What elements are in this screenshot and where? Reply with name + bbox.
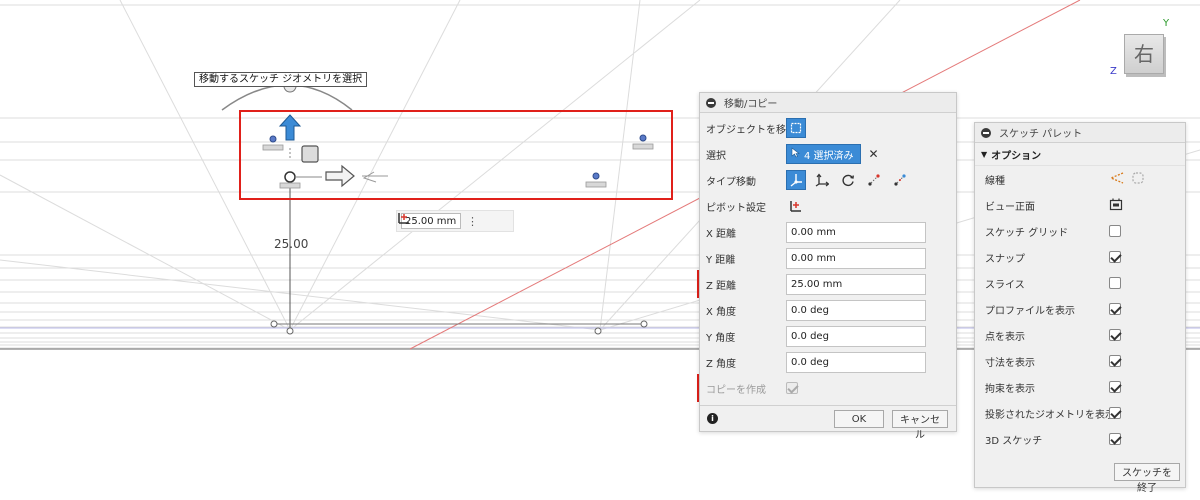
move-copy-title: 移動/コピー	[724, 99, 778, 110]
palette-checkbox[interactable]	[1109, 225, 1121, 237]
create-copy-row: コピーを作成	[706, 377, 952, 399]
object-label: オブジェクトを移動	[706, 124, 796, 136]
highlight-selected-geometry	[239, 110, 673, 200]
y-angle-label: Y 角度	[706, 332, 736, 344]
rotate-icon[interactable]	[838, 170, 858, 190]
palette-row: 点を表示	[985, 324, 1165, 346]
z-angle-row: Z 角度	[706, 351, 952, 373]
move-type-row: タイプ移動	[706, 169, 952, 191]
move-copy-header[interactable]: 移動/コピー	[700, 93, 956, 113]
palette-row: 線種	[985, 168, 1165, 190]
y-distance-input[interactable]	[786, 247, 926, 269]
palette-row-label: 線種	[985, 175, 1005, 187]
object-row: オブジェクトを移動	[706, 117, 952, 139]
x-angle-label: X 角度	[706, 306, 737, 318]
x-distance-row: X 距離	[706, 221, 952, 243]
palette-row-label: プロファイルを表示	[985, 305, 1075, 317]
look-at-icon[interactable]	[1109, 197, 1123, 214]
selection-chip[interactable]: 4 選択済み	[786, 144, 861, 164]
point-to-position-icon[interactable]	[890, 170, 910, 190]
collapse-icon[interactable]	[706, 97, 716, 108]
clear-selection-icon[interactable]: ✕	[869, 147, 879, 161]
cursor-arrow-icon	[791, 147, 800, 161]
palette-row-label: 寸法を表示	[985, 357, 1035, 369]
distance-heads-up: ⋮	[396, 210, 514, 232]
axis-y-label: Y	[1163, 18, 1170, 29]
x-distance-label: X 距離	[706, 228, 737, 240]
palette-checkbox[interactable]	[1109, 381, 1121, 393]
move-type-label: タイプ移動	[706, 176, 756, 188]
palette-row-label: 点を表示	[985, 331, 1025, 343]
x-angle-row: X 角度	[706, 299, 952, 321]
selection-count: 4 選択済み	[804, 150, 854, 162]
palette-checkbox[interactable]	[1109, 355, 1121, 367]
select-objects-button[interactable]	[786, 118, 806, 138]
centerline-icon[interactable]	[1131, 171, 1145, 188]
selection-tooltip: 移動するスケッチ ジオメトリを選択	[194, 72, 368, 87]
finish-sketch-button[interactable]: スケッチを終了	[1114, 463, 1180, 494]
translate-icon[interactable]	[812, 170, 832, 190]
y-angle-row: Y 角度	[706, 325, 952, 347]
ok-button[interactable]: OK	[834, 410, 884, 428]
options-section-header[interactable]: ▼ オプション	[975, 144, 1185, 166]
sketch-palette-title: スケッチ パレット	[999, 129, 1083, 140]
palette-row: 投影されたジオメトリを表示	[985, 402, 1165, 424]
palette-row: プロファイルを表示	[985, 298, 1165, 320]
palette-row: スケッチ グリッド	[985, 220, 1165, 242]
axis-z-label: Z	[1110, 66, 1117, 77]
move-copy-dialog: 移動/コピー オブジェクトを移動 選択 4 選択済み ✕ タイプ移動 ピボット設…	[699, 92, 957, 441]
y-angle-input[interactable]	[786, 325, 926, 347]
palette-row: ビュー正面	[985, 194, 1165, 216]
triangle-down-icon: ▼	[981, 150, 988, 159]
cancel-button[interactable]: キャンセル	[892, 410, 948, 441]
palette-row: 3D スケッチ	[985, 428, 1165, 450]
sketch-palette: スケッチ パレット ▼ オプション 線種ビュー正面スケッチ グリッド スナップスラ…	[974, 122, 1186, 494]
palette-row-label: 投影されたジオメトリを表示	[985, 409, 1115, 421]
more-options-icon[interactable]: ⋮	[467, 215, 478, 228]
create-copy-label: コピーを作成	[706, 384, 766, 396]
x-angle-input[interactable]	[786, 299, 926, 321]
selection-row: 選択 4 選択済み ✕	[706, 143, 952, 165]
info-icon[interactable]: i	[707, 413, 718, 424]
options-section-label: オプション	[991, 151, 1042, 162]
dimension-label: 25.00	[274, 237, 309, 251]
move-copy-footer: i OK キャンセル	[700, 405, 956, 441]
palette-row: スナップ	[985, 246, 1165, 268]
pivot-row: ピボット設定	[706, 195, 952, 217]
z-distance-input[interactable]	[786, 273, 926, 295]
set-pivot-icon[interactable]	[786, 196, 806, 216]
palette-checkbox[interactable]	[1109, 433, 1121, 445]
palette-row: 拘束を表示	[985, 376, 1165, 398]
z-angle-label: Z 角度	[706, 358, 737, 370]
z-distance-row: Z 距離	[706, 273, 952, 295]
selection-label: 選択	[706, 150, 726, 162]
free-move-icon[interactable]	[786, 170, 806, 190]
palette-checkbox[interactable]	[1109, 407, 1121, 419]
palette-row-label: 拘束を表示	[985, 383, 1035, 395]
sketch-palette-header[interactable]: スケッチ パレット	[975, 123, 1185, 143]
collapse-icon[interactable]	[981, 127, 991, 138]
palette-row: 寸法を表示	[985, 350, 1165, 372]
palette-row-label: スライス	[985, 279, 1025, 291]
palette-checkbox[interactable]	[1109, 329, 1121, 341]
palette-row: スライス	[985, 272, 1165, 294]
x-distance-input[interactable]	[786, 221, 926, 243]
y-distance-row: Y 距離	[706, 247, 952, 269]
z-distance-label: Z 距離	[706, 280, 737, 292]
palette-checkbox[interactable]	[1109, 251, 1121, 263]
point-to-point-icon[interactable]	[864, 170, 884, 190]
construction-line-icon[interactable]	[1109, 171, 1125, 188]
palette-row-label: 3D スケッチ	[985, 435, 1043, 447]
create-copy-checkbox[interactable]	[786, 382, 798, 394]
y-distance-label: Y 距離	[706, 254, 736, 266]
view-cube-face[interactable]: 右	[1124, 34, 1164, 74]
z-angle-input[interactable]	[786, 351, 926, 373]
palette-checkbox[interactable]	[1109, 303, 1121, 315]
palette-row-label: スナップ	[985, 253, 1025, 265]
palette-row-label: スケッチ グリッド	[985, 227, 1069, 239]
pivot-label: ピボット設定	[706, 202, 766, 214]
palette-checkbox[interactable]	[1109, 277, 1121, 289]
view-cube[interactable]: 右 Y Z	[1110, 18, 1180, 98]
palette-row-label: ビュー正面	[985, 201, 1035, 213]
